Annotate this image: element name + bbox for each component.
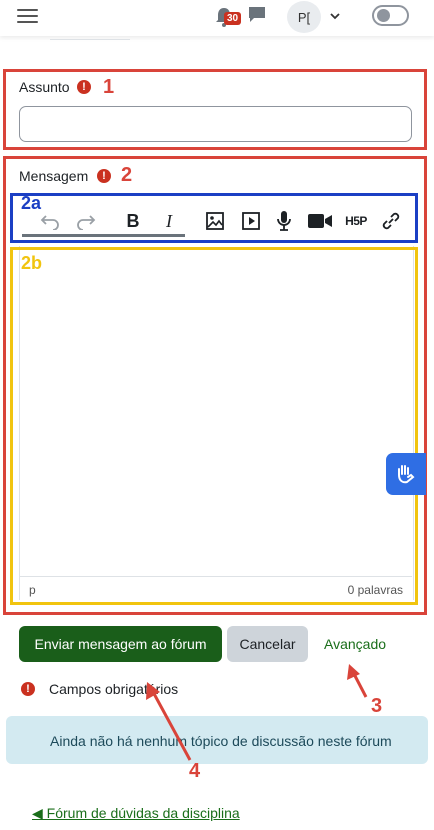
link-icon[interactable] bbox=[381, 209, 401, 233]
top-navbar: 30 P[ bbox=[0, 0, 434, 36]
annotation-number-4: 4 bbox=[189, 760, 201, 782]
notification-count-badge: 30 bbox=[224, 12, 242, 25]
no-discussions-alert: Ainda não há nenhum tópico de discussão … bbox=[6, 716, 428, 764]
chevron-down-icon[interactable] bbox=[329, 10, 341, 22]
editor-statusbar: p 0 palavras bbox=[20, 576, 412, 600]
h5p-icon[interactable]: H5P bbox=[343, 209, 369, 233]
message-label: Mensagem bbox=[19, 168, 89, 184]
required-icon: ! bbox=[21, 682, 35, 696]
image-icon[interactable] bbox=[205, 209, 225, 233]
menu-icon[interactable] bbox=[17, 8, 38, 24]
edit-mode-toggle[interactable] bbox=[372, 5, 409, 26]
element-path[interactable]: p bbox=[29, 583, 36, 597]
back-to-forum-link[interactable]: ◀ Fórum de dúvidas da disciplina bbox=[32, 805, 240, 822]
alert-text: Ainda não há nenhum tópico de discussão … bbox=[50, 733, 392, 749]
media-icon[interactable] bbox=[241, 209, 261, 233]
required-icon: ! bbox=[77, 80, 91, 94]
tab-fragment bbox=[50, 36, 130, 40]
required-fields-note: Campos obrigatórios bbox=[49, 681, 179, 697]
subject-label: Assunto bbox=[19, 79, 70, 95]
advanced-link[interactable]: Avançado bbox=[324, 636, 386, 652]
bold-icon[interactable]: B bbox=[125, 209, 141, 233]
submit-forum-post-button[interactable]: Enviar mensagem ao fórum bbox=[19, 626, 222, 662]
annotation-number-1: 1 bbox=[103, 76, 115, 98]
annotation-box-editor bbox=[10, 247, 418, 605]
user-avatar[interactable]: P[ bbox=[287, 1, 321, 33]
accessibility-sign-language-button[interactable] bbox=[386, 453, 426, 495]
undo-icon[interactable] bbox=[40, 209, 60, 233]
messages-icon[interactable] bbox=[248, 6, 266, 24]
italic-icon[interactable]: I bbox=[161, 209, 177, 233]
cancel-button[interactable]: Cancelar bbox=[227, 626, 308, 662]
video-camera-icon[interactable] bbox=[307, 209, 333, 233]
annotation-number-3: 3 bbox=[371, 695, 383, 717]
word-count: 0 palavras bbox=[347, 583, 403, 597]
required-icon: ! bbox=[97, 169, 111, 183]
microphone-icon[interactable] bbox=[274, 209, 294, 233]
annotation-label-2b: 2b bbox=[21, 253, 43, 273]
sign-language-icon bbox=[398, 465, 415, 484]
annotation-number-2: 2 bbox=[121, 164, 133, 186]
redo-icon[interactable] bbox=[76, 209, 96, 233]
toolbar-group-underline bbox=[22, 234, 185, 237]
subject-input[interactable] bbox=[19, 106, 412, 142]
annotation-label-2a: 2a bbox=[21, 193, 42, 213]
